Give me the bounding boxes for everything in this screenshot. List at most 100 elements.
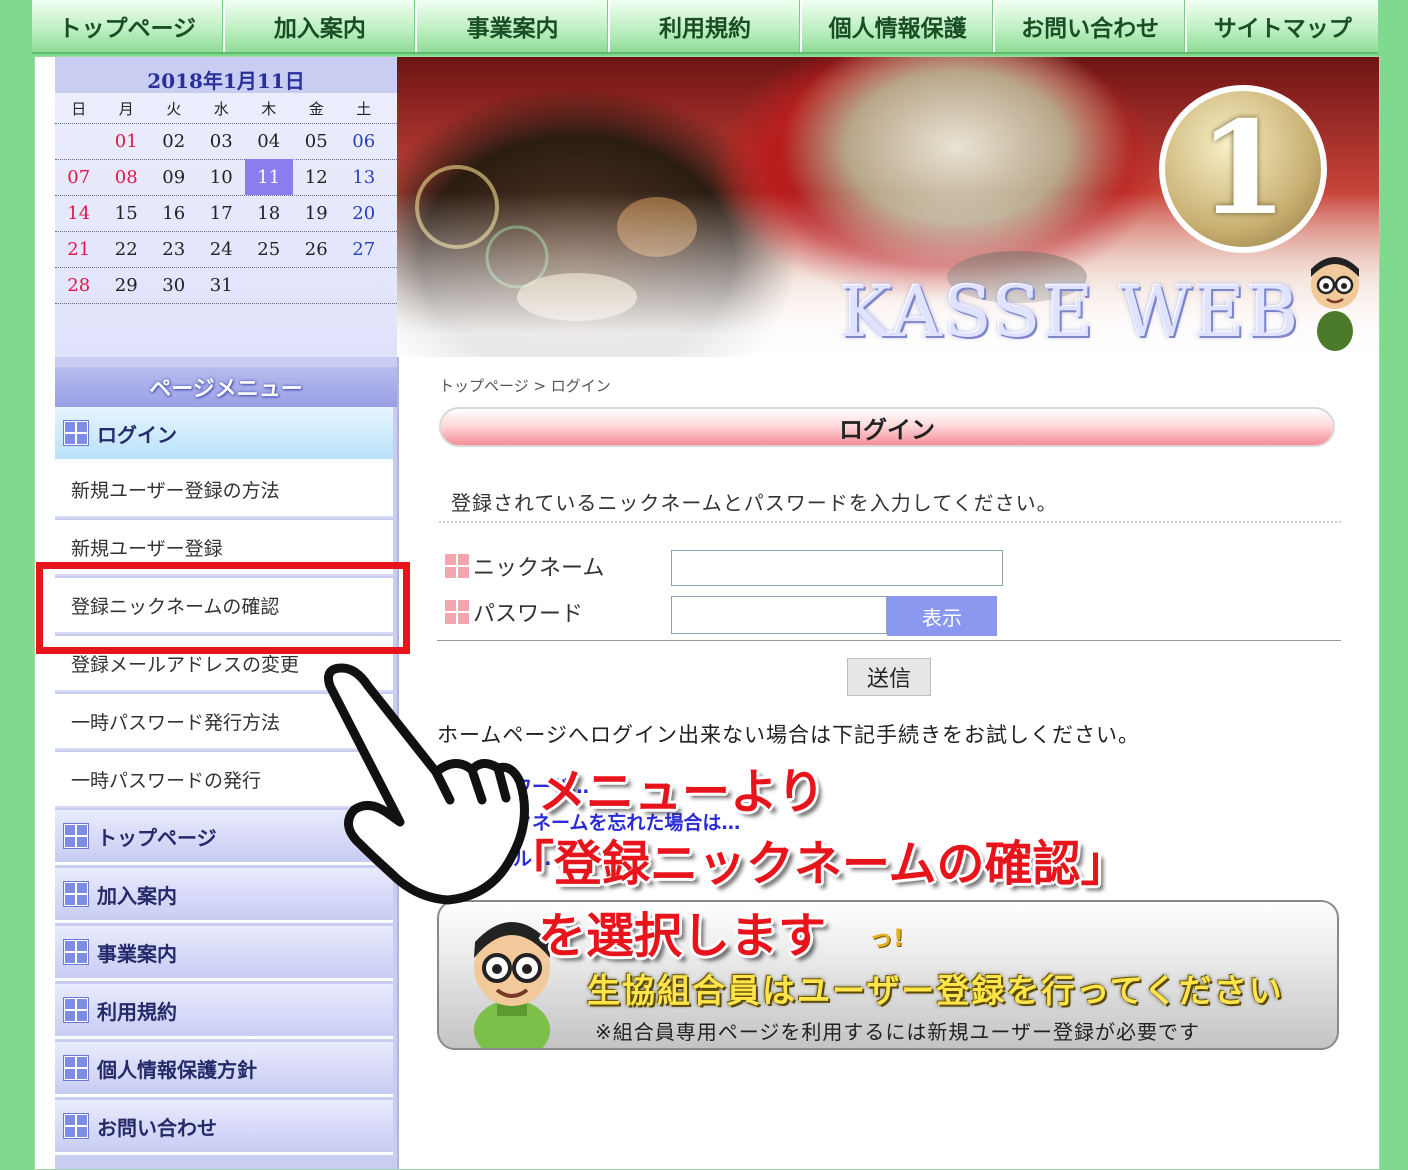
calendar-day[interactable]: 23: [150, 231, 198, 267]
calendar-day[interactable]: 08: [103, 159, 151, 195]
overlay-text-line-3: を選択します: [538, 908, 827, 964]
calendar-day[interactable]: 07: [55, 159, 103, 195]
calendar-day[interactable]: 10: [198, 159, 246, 195]
calendar-weekday: 木: [261, 99, 277, 118]
calendar: 日月火水木金土 01 02 03 04 05 06 07 08 09 10 11 12 13 14 15 16 1…: [55, 93, 397, 357]
calendar-day[interactable]: 01: [103, 123, 151, 159]
calendar-weekday-row: 日月火水木金土: [55, 93, 397, 124]
nickname-label: ニックネーム: [445, 550, 604, 582]
grid-icon: [63, 1113, 89, 1139]
page-title: ログイン: [439, 407, 1335, 447]
calendar-weekday: 水: [213, 99, 229, 118]
calendar-day[interactable]: 12: [293, 159, 341, 195]
calendar-day[interactable]: 30: [150, 267, 198, 303]
grid-icon: [63, 823, 89, 849]
calendar-day[interactable]: 21: [55, 231, 103, 267]
square-bullet-icon: [445, 600, 469, 624]
medal-badge: 1: [1159, 85, 1327, 253]
calendar-title: 2018年1月11日: [147, 69, 305, 93]
calendar-empty-cell: [55, 123, 103, 159]
nav-membership[interactable]: 加入案内: [225, 0, 418, 52]
sidebar-section-terms[interactable]: 利用規約: [55, 984, 393, 1039]
calendar-day[interactable]: 04: [245, 123, 293, 159]
calendar-day[interactable]: 25: [245, 231, 293, 267]
promo-heading: 生協組合員はユーザー登録を行ってください: [587, 971, 1284, 1010]
overlay-text-line-2: 「登録ニックネームの確認」: [506, 836, 1129, 892]
sidebar-section-business[interactable]: 事業案内: [55, 926, 393, 981]
page-menu-heading: ページメニュー: [55, 367, 397, 407]
calendar-day[interactable]: 05: [293, 123, 341, 159]
breadcrumb[interactable]: トップページ > ログイン: [439, 375, 611, 396]
password-input[interactable]: [671, 596, 887, 634]
calendar-weekday: 土: [356, 99, 372, 118]
site-logo[interactable]: KASSE WEB: [835, 271, 1305, 353]
calendar-empty-cell: [340, 267, 388, 303]
sidebar-section-label: 事業案内: [97, 941, 177, 966]
nav-privacy[interactable]: 個人情報保護: [802, 0, 995, 52]
calendar-empty-cell: [245, 267, 293, 303]
calendar-day[interactable]: 27: [340, 231, 388, 267]
promo-note: ※組合員専用ページを利用するには新規ユーザー登録が必要です: [595, 1020, 1200, 1044]
sidebar-section-contact[interactable]: お問い合わせ: [55, 1100, 393, 1155]
grid-icon: [63, 997, 89, 1023]
calendar-day[interactable]: 11: [245, 159, 293, 195]
sidebar-section-label: 利用規約: [97, 999, 177, 1024]
calendar-week-row: 07 08 09 10 11 12 13: [55, 159, 397, 196]
header-banner: 1 KASSE WEB: [397, 57, 1379, 357]
sidebar-item-registration-method[interactable]: 新規ユーザー登録の方法: [55, 462, 393, 518]
grid-icon: [63, 939, 89, 965]
sidebar-section-login[interactable]: ログイン: [55, 407, 393, 462]
password-label: パスワード: [445, 596, 583, 628]
sidebar-section-label: ログイン: [97, 422, 177, 447]
calendar-weekday: 火: [166, 99, 182, 118]
mascot-icon: [1311, 257, 1359, 351]
overlay-text-line-1: メニューより: [538, 764, 826, 820]
medal-number: 1: [1198, 94, 1288, 244]
calendar-day[interactable]: 03: [198, 123, 246, 159]
nav-terms[interactable]: 利用規約: [610, 0, 803, 52]
grid-icon: [63, 881, 89, 907]
calendar-day[interactable]: 06: [340, 123, 388, 159]
promo-tagline: っ!: [869, 924, 904, 952]
show-password-button[interactable]: 表示: [887, 596, 997, 636]
calendar-day[interactable]: 20: [340, 195, 388, 231]
calendar-day[interactable]: 17: [198, 195, 246, 231]
nav-business[interactable]: 事業案内: [417, 0, 610, 52]
calendar-day[interactable]: 26: [293, 231, 341, 267]
nav-contact[interactable]: お問い合わせ: [995, 0, 1188, 52]
calendar-day[interactable]: 28: [55, 267, 103, 303]
square-bullet-icon: [445, 554, 469, 578]
calendar-week-row: 14 15 16 17 18 19 20: [55, 195, 397, 232]
nav-sitemap[interactable]: サイトマップ: [1187, 0, 1378, 52]
grid-icon: [63, 420, 89, 446]
nickname-input[interactable]: [671, 550, 1003, 586]
calendar-day[interactable]: 14: [55, 195, 103, 231]
submit-button[interactable]: 送信: [847, 658, 931, 696]
calendar-day[interactable]: 18: [245, 195, 293, 231]
calendar-day[interactable]: 13: [340, 159, 388, 195]
calendar-day[interactable]: 02: [150, 123, 198, 159]
calendar-week-row: 01 02 03 04 05 06: [55, 123, 397, 160]
calendar-weekday: 日: [71, 99, 87, 118]
calendar-day[interactable]: 15: [103, 195, 151, 231]
calendar-day[interactable]: 22: [103, 231, 151, 267]
sidebar-section-label: 個人情報保護方針: [97, 1057, 257, 1082]
calendar-week-row: 21 22 23 24 25 26 27: [55, 231, 397, 268]
calendar-day[interactable]: 31: [198, 267, 246, 303]
calendar-weekday: 金: [308, 99, 324, 118]
calendar-week-row: 28 29 30 31: [55, 267, 397, 304]
calendar-day[interactable]: 09: [150, 159, 198, 195]
help-text: ホームページへログイン出来ない場合は下記手続きをお試しください。: [437, 723, 1140, 747]
calendar-day[interactable]: 29: [103, 267, 151, 303]
calendar-weekday: 月: [118, 99, 134, 118]
pointing-hand-icon: [324, 663, 529, 905]
sidebar-section-label: お問い合わせ: [97, 1115, 217, 1140]
login-instruction: 登録されているニックネームとパスワードを入力してください。: [439, 487, 1341, 523]
calendar-day[interactable]: 19: [293, 195, 341, 231]
highlight-box: [36, 562, 410, 654]
calendar-day[interactable]: 16: [150, 195, 198, 231]
calendar-empty-cell: [293, 267, 341, 303]
nav-top-page[interactable]: トップページ: [32, 0, 225, 52]
sidebar-section-privacy[interactable]: 個人情報保護方針: [55, 1042, 393, 1097]
calendar-day[interactable]: 24: [198, 231, 246, 267]
